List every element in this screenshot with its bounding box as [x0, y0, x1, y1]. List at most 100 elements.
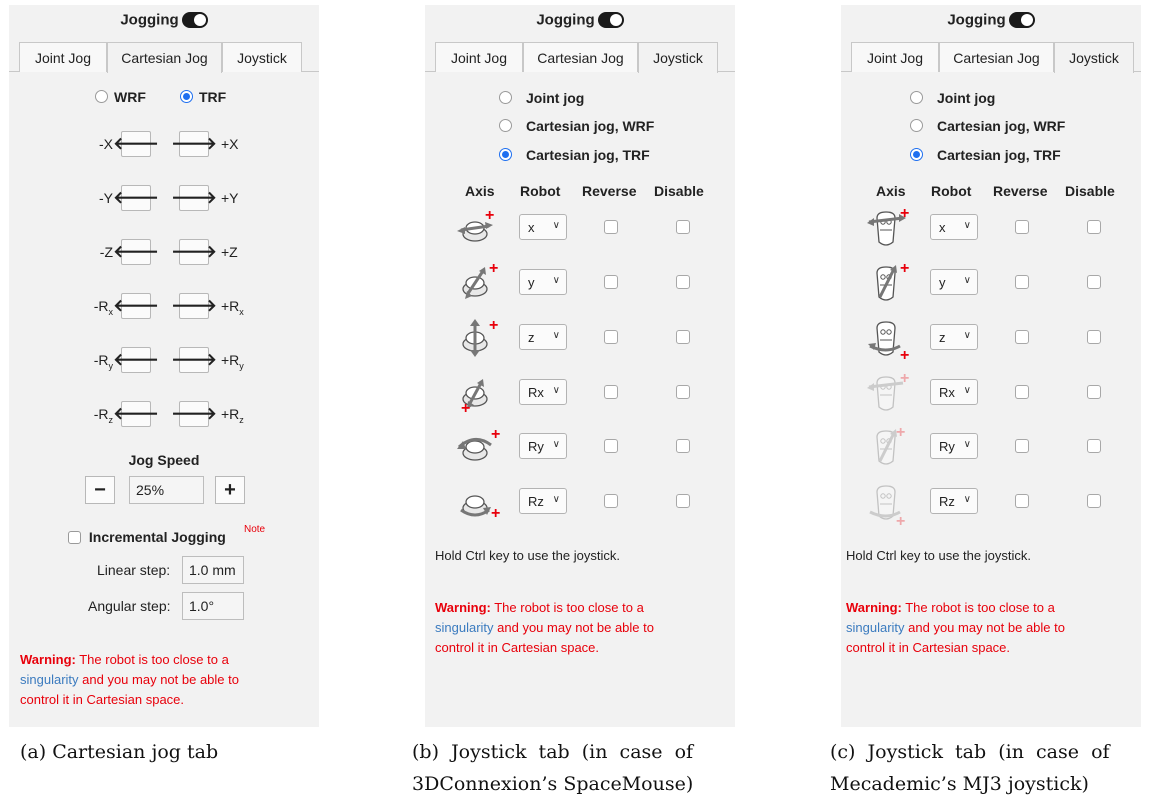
jog-minus-button[interactable]: 🡐 [113, 239, 159, 265]
joystick-mode-option[interactable]: Cartesian jog, WRF [910, 117, 1065, 135]
tab-joystick[interactable]: Joystick [638, 42, 718, 73]
jogging-toggle[interactable] [181, 12, 208, 29]
chevron-down-icon: ∨ [963, 220, 971, 231]
jog-plus-text: +X [221, 136, 239, 152]
joystick-mode-radio[interactable] [910, 148, 923, 162]
reverse-checkbox[interactable] [1015, 330, 1029, 344]
trf-radio[interactable] [180, 90, 193, 104]
disable-checkbox[interactable] [1087, 330, 1101, 344]
joystick-mode-radio[interactable] [499, 148, 512, 162]
disable-checkbox[interactable] [676, 330, 690, 344]
jogging-toggle[interactable] [1008, 12, 1035, 29]
joystick-hint: Hold Ctrl key to use the joystick. [435, 548, 620, 563]
tab-cartesian-jog[interactable]: Cartesian Jog [107, 42, 222, 73]
reverse-checkbox[interactable] [1015, 439, 1029, 453]
joystick-mode-radio[interactable] [499, 119, 512, 133]
warning-text-2: and you may not be able to [78, 672, 239, 687]
joystick-mode-radio[interactable] [499, 91, 512, 105]
trf-label: TRF [199, 88, 227, 105]
tab-joint-jog[interactable]: Joint Jog [19, 42, 107, 72]
robot-axis-select[interactable]: Rx ∨ [930, 379, 978, 405]
robot-axis-select[interactable]: y ∨ [930, 269, 978, 295]
robot-axis-select[interactable]: z ∨ [519, 324, 567, 350]
robot-axis-select[interactable]: Rz ∨ [930, 488, 978, 514]
reverse-checkbox[interactable] [1015, 220, 1029, 234]
disable-checkbox[interactable] [676, 385, 690, 399]
tab-cartesian-jog[interactable]: Cartesian Jog [523, 42, 638, 72]
robot-axis-select[interactable]: Ry ∨ [519, 433, 567, 459]
tab-joint-jog[interactable]: Joint Jog [851, 42, 939, 72]
reverse-checkbox[interactable] [604, 385, 618, 399]
robot-axis-select[interactable]: y ∨ [519, 269, 567, 295]
wrf-radio[interactable] [95, 90, 108, 104]
singularity-link[interactable]: singularity [846, 620, 905, 635]
robot-axis-select[interactable]: x ∨ [930, 214, 978, 240]
jog-speed-field[interactable]: 25% [129, 476, 204, 504]
jog-plus-button[interactable]: 🡒 [171, 293, 217, 319]
robot-axis-select[interactable]: z ∨ [930, 324, 978, 350]
warning-prefix: Warning: [846, 600, 902, 615]
joystick-mode-option[interactable]: Joint jog [910, 89, 995, 107]
robot-axis-select[interactable]: x ∨ [519, 214, 567, 240]
jog-plus-button[interactable]: 🡒 [171, 347, 217, 373]
disable-checkbox[interactable] [1087, 385, 1101, 399]
reverse-checkbox[interactable] [604, 275, 618, 289]
joystick-panel-mj3: Jogging Joint Jog Cartesian Jog Joystick… [841, 5, 1141, 727]
robot-axis-select[interactable]: Rx ∨ [519, 379, 567, 405]
joystick-mode-radio[interactable] [910, 119, 923, 133]
frame-radio-wrf[interactable]: WRF [95, 88, 146, 106]
note-link[interactable]: Note [244, 524, 265, 535]
disable-checkbox[interactable] [676, 220, 690, 234]
singularity-link[interactable]: singularity [435, 620, 494, 635]
jog-minus-button[interactable]: 🡐 [113, 131, 159, 157]
jog-plus-button[interactable]: 🡒 [171, 185, 217, 211]
reverse-checkbox[interactable] [1015, 275, 1029, 289]
disable-checkbox[interactable] [1087, 494, 1101, 508]
reverse-checkbox[interactable] [604, 439, 618, 453]
frame-radio-trf[interactable]: TRF [180, 88, 226, 106]
reverse-checkbox[interactable] [604, 330, 618, 344]
disable-checkbox[interactable] [676, 494, 690, 508]
jogging-toggle[interactable] [597, 12, 624, 29]
disable-checkbox[interactable] [1087, 275, 1101, 289]
joystick-mode-option[interactable]: Cartesian jog, TRF [499, 146, 650, 164]
jogging-title: Jogging [536, 11, 595, 29]
jog-minus-button[interactable]: 🡐 [113, 347, 159, 373]
tab-cartesian-jog[interactable]: Cartesian Jog [939, 42, 1054, 72]
tab-joint-jog[interactable]: Joint Jog [435, 42, 523, 72]
robot-axis-select[interactable]: Ry ∨ [930, 433, 978, 459]
incremental-jogging-row[interactable]: Incremental Jogging [68, 528, 226, 545]
reverse-checkbox[interactable] [604, 220, 618, 234]
disable-checkbox[interactable] [676, 439, 690, 453]
joystick-mode-option[interactable]: Cartesian jog, TRF [910, 146, 1061, 164]
jog-speed-increase-button[interactable]: + [215, 476, 245, 504]
jog-minus-button[interactable]: 🡐 [113, 401, 159, 427]
jog-speed-label: Jog Speed [128, 452, 200, 468]
joystick-mode-option[interactable]: Cartesian jog, WRF [499, 117, 654, 135]
jog-minus-button[interactable]: 🡐 [113, 293, 159, 319]
incremental-jogging-checkbox[interactable] [68, 530, 81, 544]
tab-joystick[interactable]: Joystick [1054, 42, 1134, 73]
joystick-mode-option[interactable]: Joint jog [499, 89, 584, 107]
joystick-mode-radio[interactable] [910, 91, 923, 105]
singularity-warning: Warning: The robot is too close to a sing… [846, 598, 1136, 658]
angular-step-field[interactable]: 1.0° [182, 592, 244, 620]
tab-joystick[interactable]: Joystick [222, 42, 302, 72]
disable-checkbox[interactable] [676, 275, 690, 289]
singularity-link[interactable]: singularity [20, 672, 79, 687]
disable-checkbox[interactable] [1087, 439, 1101, 453]
disable-checkbox[interactable] [1087, 220, 1101, 234]
jog-minus-button[interactable]: 🡐 [113, 185, 159, 211]
jog-plus-button[interactable]: 🡒 [171, 239, 217, 265]
linear-step-field[interactable]: 1.0 mm [182, 556, 244, 584]
jog-plus-button[interactable]: 🡒 [171, 401, 217, 427]
reverse-checkbox[interactable] [1015, 494, 1029, 508]
jog-speed-decrease-button[interactable]: − [85, 476, 115, 504]
reverse-checkbox[interactable] [604, 494, 618, 508]
jog-plus-button[interactable]: 🡒 [171, 131, 217, 157]
reverse-checkbox[interactable] [1015, 385, 1029, 399]
robot-axis-value: Rz [939, 493, 955, 509]
warning-prefix: Warning: [20, 652, 76, 667]
robot-axis-select[interactable]: Rz ∨ [519, 488, 567, 514]
arrow-left-icon: 🡐 [113, 134, 159, 153]
